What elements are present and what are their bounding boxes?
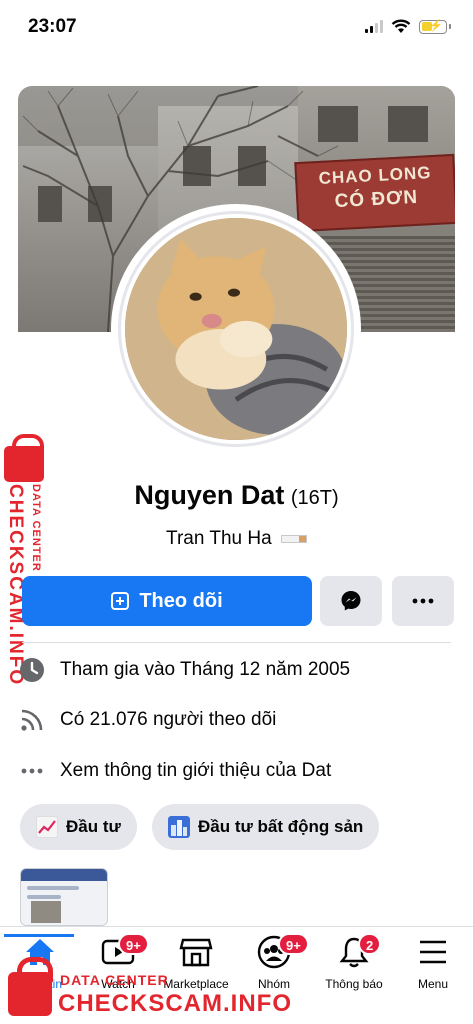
chip-label: Đầu tư <box>66 817 121 836</box>
status-time: 23:07 <box>28 16 77 37</box>
groups-badge: 9+ <box>278 933 309 955</box>
profile-name-tag: (16T) <box>290 487 339 509</box>
watermark-bottom-small: DATA CENTER <box>60 972 169 988</box>
avatar-photo <box>125 218 347 440</box>
thumb-image <box>31 901 61 923</box>
chart-increasing-icon <box>36 816 58 838</box>
info-about-link[interactable]: Xem thông tin giới thiệu của Dat <box>18 757 458 785</box>
follow-button-label: Theo dõi <box>139 589 223 612</box>
messenger-button[interactable] <box>320 576 382 626</box>
watermark-bottom: DATA CENTER CHECKSCAM.INFO <box>0 957 473 1024</box>
follow-button[interactable]: Theo dõi <box>22 576 312 626</box>
clock-icon <box>18 656 46 684</box>
battery-tip <box>449 24 451 29</box>
chip-label: Đầu tư bất động sản <box>198 817 364 836</box>
status-bar: 23:07 ⚡ <box>0 0 473 56</box>
watermark-lock-icon <box>8 957 53 1016</box>
signal-icon <box>365 20 383 33</box>
profile-name: Nguyen Dat <box>134 480 285 510</box>
section-divider <box>22 642 451 643</box>
cigarette-icon <box>280 534 307 543</box>
watermark-bottom-big: CHECKSCAM.INFO <box>58 990 292 1017</box>
wifi-icon <box>391 19 411 33</box>
profile-subtitle: Tran Thu Ha <box>0 528 473 550</box>
status-icons: ⚡ <box>365 19 451 34</box>
info-joined: Tham gia vào Tháng 12 năm 2005 <box>18 656 458 684</box>
battery-icon: ⚡ <box>419 19 447 34</box>
watch-badge: 9+ <box>118 933 149 955</box>
thumb-header <box>21 869 107 881</box>
watermark-left: CHECKSCAM.INFO DATA CENTER <box>4 434 50 686</box>
city-icon <box>168 816 190 838</box>
profile-name-row: Nguyen Dat (16T) <box>0 480 473 511</box>
profile-avatar[interactable] <box>111 204 361 454</box>
info-joined-text: Tham gia vào Tháng 12 năm 2005 <box>60 659 351 680</box>
messenger-icon <box>341 591 361 611</box>
notifications-badge: 2 <box>358 933 382 955</box>
avatar-ring-inner <box>118 211 354 447</box>
follow-add-icon <box>111 592 130 610</box>
more-dots-icon <box>412 598 434 604</box>
profile-subtitle-text: Tran Thu Ha <box>166 528 272 549</box>
info-followers[interactable]: Có 21.076 người theo dõi <box>18 706 458 734</box>
cat-illustration <box>125 218 347 440</box>
featured-photo-thumbnail[interactable] <box>20 868 108 926</box>
rss-icon <box>18 706 46 734</box>
interest-chip-real-estate[interactable]: Đầu tư bất động sản <box>152 804 380 850</box>
info-about-text: Xem thông tin giới thiệu của Dat <box>60 760 332 781</box>
watermark-lock-icon <box>4 434 44 482</box>
interest-chip-invest[interactable]: Đầu tư <box>20 804 137 850</box>
more-options-button[interactable] <box>392 576 454 626</box>
more-dots-icon <box>18 757 46 785</box>
info-followers-text: Có 21.076 người theo dõi <box>60 709 277 730</box>
